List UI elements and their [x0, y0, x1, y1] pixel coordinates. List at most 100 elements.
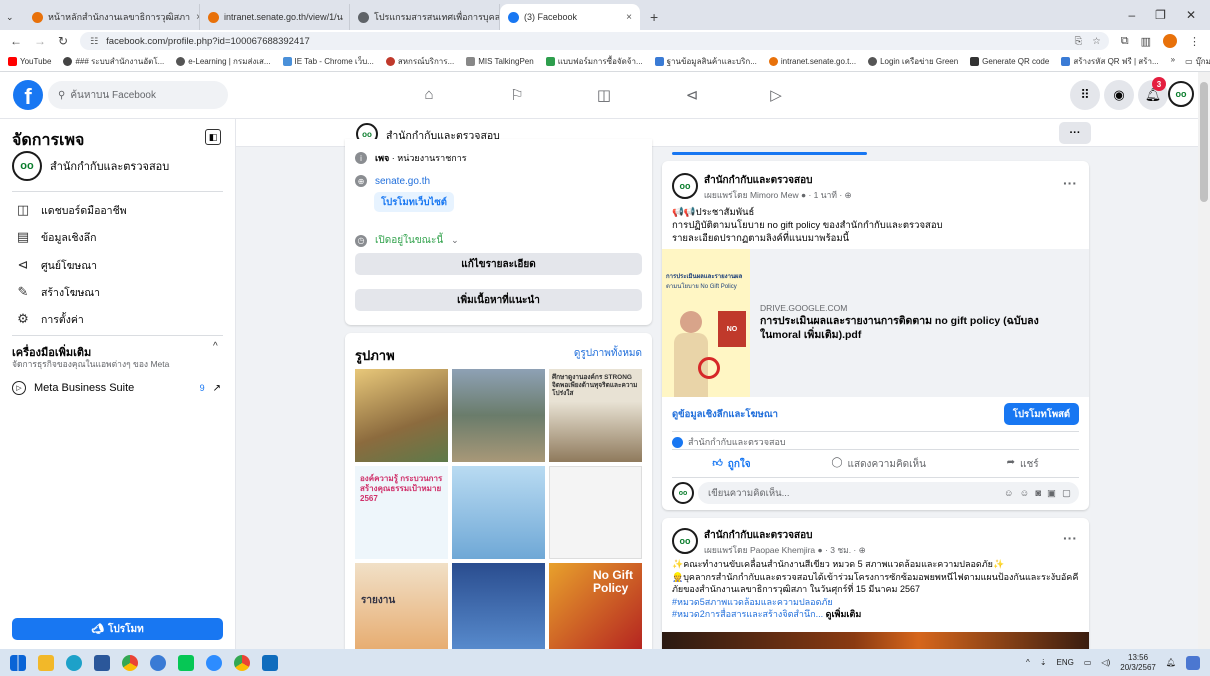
website-link[interactable]: senate.go.th — [375, 176, 430, 187]
notification-icon[interactable]: 🔔︎ — [1166, 658, 1176, 667]
weather-icon[interactable] — [1186, 655, 1200, 670]
sidebar-item-ad-center[interactable]: ⊲ ศูนย์โฆษณา — [15, 255, 97, 275]
photo-tile[interactable]: ศึกษาดูงานองค์กร STRONG จิตพอเพียงต้านทุ… — [549, 369, 642, 462]
home-icon[interactable]: ⌂ — [419, 86, 439, 106]
tab-close-icon[interactable]: × — [190, 12, 199, 23]
bookmark-item[interactable]: Generate QR code — [970, 57, 1049, 66]
language-indicator[interactable]: ENG — [1057, 658, 1074, 667]
restore-icon[interactable]: ❐ — [1155, 8, 1166, 22]
flag-pages-icon[interactable]: ⚐ — [507, 86, 527, 106]
avatar-sticker-icon[interactable]: ☺ — [1004, 488, 1014, 499]
promote-website-button[interactable]: โปรโมทเว็บไซต์ — [374, 192, 454, 212]
photo-tile[interactable] — [549, 466, 642, 559]
all-bookmarks-folder[interactable]: ▭บุ๊กมาร์กทั้งหมด — [1185, 55, 1210, 68]
like-button[interactable]: 👍︎ ถูกใจ — [712, 457, 750, 472]
comment-input[interactable]: เขียนความคิดเห็น... ☺ ☺ ◙ ▣ ▢ — [698, 482, 1079, 504]
bookmark-item[interactable]: Login เครือข่าย Green — [868, 55, 958, 68]
extensions-icon[interactable]: ⧉ — [1121, 35, 1129, 48]
side-panel-icon[interactable]: ▥ — [1141, 35, 1151, 48]
post-more-options-icon[interactable]: ··· — [1063, 530, 1077, 546]
hashtag-link[interactable]: #หมวด2การสื่อสารและสร้างจิตสำนึก... — [672, 609, 823, 619]
post-time[interactable]: 3 ชม. — [830, 545, 851, 555]
bookmark-item[interactable]: YouTube — [8, 57, 51, 66]
photo-tile[interactable] — [355, 369, 448, 462]
scrollbar-thumb[interactable] — [1200, 82, 1208, 202]
reload-icon[interactable]: ↻ — [58, 34, 68, 48]
link-preview[interactable]: การประเมินผลและรายงานผล ตามนโยบาย No Gif… — [662, 249, 1089, 397]
tab-close-icon[interactable]: × — [343, 12, 350, 23]
bookmark-item[interactable]: สหกรณ์บริการ... — [385, 55, 454, 68]
profile-icon[interactable] — [1163, 34, 1177, 48]
bookmark-item[interactable]: intranet.senate.go.t... — [768, 57, 856, 66]
site-info-icon[interactable]: ☷ — [90, 36, 98, 47]
ads-megaphone-icon[interactable]: ⊲ — [682, 86, 702, 106]
photo-tile[interactable]: รายงาน — [355, 563, 448, 649]
camera-icon[interactable]: ◙ — [1035, 488, 1041, 499]
bookmark-item[interactable]: ### ระบบสำนักงานอัตโ... — [63, 55, 164, 68]
facebook-logo-icon[interactable]: f — [13, 80, 43, 110]
display-icon[interactable]: ▭ — [1084, 658, 1092, 667]
minimize-icon[interactable]: – — [1128, 8, 1135, 22]
post-image[interactable] — [662, 632, 1089, 649]
browser-tab[interactable]: โปรแกรมสารสนเทศเพื่อการบุคลล × — [350, 4, 500, 30]
sidebar-item-insights[interactable]: ▤ ข้อมูลเชิงลึก — [15, 227, 97, 247]
dashboard-nav-icon[interactable]: ◫ — [594, 86, 614, 106]
chrome-menu-icon[interactable]: ⋮ — [1189, 35, 1200, 48]
collapse-sidebar-icon[interactable]: ◧ — [205, 129, 221, 145]
see-more-link[interactable]: ดูเพิ่มเติม — [826, 609, 862, 619]
bookmark-item[interactable]: สร้างรหัส QR ฟรี | สร้า... — [1061, 55, 1159, 68]
line-app-icon[interactable] — [178, 654, 194, 671]
bookmark-item[interactable]: IE Tab - Chrome เว็บ... — [282, 55, 374, 68]
chevron-up-icon[interactable]: ^ — [213, 341, 218, 352]
photo-tile[interactable] — [452, 563, 545, 649]
sticker-icon[interactable]: ▢ — [1062, 488, 1071, 499]
volume-icon[interactable]: ◁) — [1101, 658, 1110, 667]
url-input[interactable]: ☷ facebook.com/profile.php?id=1000676883… — [80, 32, 1109, 50]
post-more-options-icon[interactable]: ··· — [1063, 175, 1077, 191]
reactions-row[interactable]: สำนักกำกับและตรวจสอบ — [672, 435, 786, 449]
bookmark-item[interactable]: แบบฟอร์มการซื้อจัดจ้า... — [545, 55, 643, 68]
browser-tab[interactable]: หน้าหลักสำนักงานเลขาธิการวุฒิสภา × — [24, 4, 200, 30]
forward-icon[interactable]: → — [34, 34, 46, 48]
page-scrollbar[interactable] — [1198, 72, 1210, 649]
photo-tile[interactable] — [452, 369, 545, 462]
page-more-options-button[interactable]: ··· — [1059, 122, 1091, 144]
network-icon[interactable]: ⇣ — [1040, 658, 1047, 667]
app-icon[interactable] — [150, 654, 166, 671]
edge-icon[interactable] — [66, 654, 82, 671]
post-time[interactable]: 1 นาที — [814, 190, 837, 200]
tab-search-icon[interactable]: ⌄ — [6, 12, 24, 30]
sidebar-item-create-ad[interactable]: ✎ สร้างโฆษณา — [15, 282, 101, 302]
comment-button[interactable]: ◯ แสดงความคิดเห็น — [831, 457, 926, 472]
file-explorer-icon[interactable] — [38, 654, 54, 671]
photo-tile[interactable] — [452, 466, 545, 559]
back-icon[interactable]: ← — [10, 34, 22, 48]
gif-icon[interactable]: ▣ — [1047, 488, 1056, 499]
post-author-avatar[interactable]: oo — [672, 528, 698, 554]
facebook-search-input[interactable]: ⚲ ค้นหาบน Facebook — [48, 81, 228, 109]
bookmark-item[interactable]: ฐานข้อมูลสินค้าและบริก... — [654, 55, 757, 68]
install-app-icon[interactable]: ⎘ — [1075, 36, 1083, 47]
chrome-profile-icon[interactable] — [234, 654, 250, 671]
window-close-icon[interactable]: ✕ — [1186, 8, 1196, 22]
tray-overflow-icon[interactable]: ^ — [1026, 658, 1030, 667]
post-author-avatar[interactable]: oo — [672, 173, 698, 199]
emoji-icon[interactable]: ☺ — [1020, 488, 1030, 499]
edit-details-button[interactable]: แก้ไขรายละเอียด — [355, 253, 642, 275]
bookmarks-overflow-icon[interactable]: » — [1171, 55, 1175, 68]
bookmark-item[interactable]: e-Learning | กรมส่งเส... — [176, 55, 271, 68]
photo-tile[interactable]: No Gift Policy — [549, 563, 642, 649]
view-insights-link[interactable]: ดูข้อมูลเชิงลึกและโฆษณา — [672, 407, 778, 422]
sidebar-item-settings[interactable]: ⚙ การตั้งค่า — [15, 309, 84, 329]
outlook-icon[interactable] — [262, 654, 278, 671]
hours-row[interactable]: ◷ เปิดอยู่ในขณะนี้ ⌄ — [355, 233, 459, 248]
meta-business-suite-link[interactable]: ▷ Meta Business Suite 9 ↗ — [12, 377, 223, 399]
tab-close-icon[interactable]: × — [620, 12, 632, 23]
sidebar-item-dashboard[interactable]: ◫ แดชบอร์ดมืออาชีพ — [15, 200, 127, 220]
browser-tab[interactable]: intranet.senate.go.th/view/1/น × — [200, 4, 350, 30]
windows-start-icon[interactable] — [10, 654, 26, 671]
bookmark-item[interactable]: MIS TalkingPen — [466, 57, 534, 66]
new-tab-icon[interactable]: + — [640, 9, 668, 30]
chrome-icon[interactable] — [122, 654, 138, 671]
post-author-name[interactable]: สำนักกำกับและตรวจสอบ — [704, 528, 866, 543]
